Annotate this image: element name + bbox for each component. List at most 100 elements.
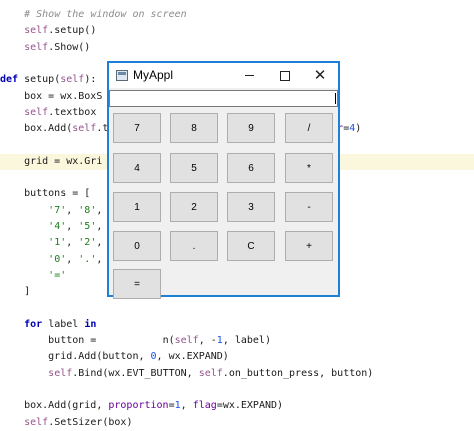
calc-button-minus[interactable]: -: [285, 192, 333, 222]
code-token: ):: [84, 74, 97, 86]
calc-button-7[interactable]: 7: [113, 113, 161, 143]
code-line: self.Bind(wx.EVT_BUTTON, self.on_button_…: [0, 366, 474, 382]
code-token: ,: [66, 253, 79, 265]
calc-button-2[interactable]: 2: [170, 192, 218, 222]
calc-button-clear[interactable]: C: [227, 231, 275, 261]
code-token: def: [0, 74, 25, 86]
code-token: for: [24, 318, 49, 330]
code-token: ,: [96, 237, 103, 249]
code-token: self: [24, 106, 49, 118]
minimize-icon: [244, 75, 254, 76]
code-token: flag: [192, 400, 217, 412]
code-token: ,: [180, 400, 193, 412]
code-token: self: [60, 74, 85, 86]
maximize-button[interactable]: [267, 63, 303, 88]
calc-button-6[interactable]: 6: [227, 153, 275, 183]
code-token: '8': [78, 204, 97, 216]
calc-button-3[interactable]: 3: [227, 192, 275, 222]
app-window: MyAppl ✕ 7 8 9 / 4 5 6 * 1 2 3- 0. C + =: [107, 61, 340, 299]
code-line: grid.Add(button, 0, wx.EXPAND): [0, 349, 474, 365]
code-token: in: [84, 318, 97, 330]
close-icon: ✕: [313, 67, 327, 84]
code-token: '0': [48, 253, 67, 265]
code-token: ,: [96, 204, 103, 216]
code-token: '2': [78, 237, 97, 249]
code-line: box.Add(grid, proportion=1, flag=wx.EXPA…: [0, 398, 474, 414]
code-token: ,: [66, 237, 79, 249]
app-icon: [116, 70, 128, 81]
code-token: .setup(): [48, 25, 97, 37]
code-token: .SetSizer(box): [48, 416, 133, 428]
code-token: self: [24, 25, 49, 37]
code-token: self: [48, 367, 73, 379]
code-token: label: [48, 318, 85, 330]
code-token: self: [198, 367, 223, 379]
display-textbox[interactable]: [109, 90, 338, 107]
code-token: ,: [66, 204, 79, 216]
code-token: '1': [48, 237, 67, 249]
code-token: n(: [162, 335, 175, 346]
code-token: ,: [66, 220, 79, 232]
code-token: .Bind(wx.EVT_BUTTON,: [72, 367, 199, 379]
code-token: ): [355, 123, 362, 135]
code-token: '=': [48, 269, 67, 281]
calc-button-8[interactable]: 8: [170, 113, 218, 143]
calc-button-5[interactable]: 5: [170, 153, 218, 183]
code-line: self.SetSizer(box): [0, 415, 474, 431]
code-token: proportion: [108, 400, 169, 412]
code-token: , -: [198, 335, 217, 346]
code-token: # Show the window on screen: [24, 9, 187, 20]
code-token: buttons = [: [0, 188, 91, 200]
code-token: self: [72, 123, 97, 135]
code-token: =wx.EXPAND): [216, 400, 284, 412]
calc-button-1[interactable]: 1: [113, 192, 161, 222]
code-line: self.setup(): [0, 23, 474, 39]
code-token: box = wx.BoxS: [0, 90, 103, 102]
code-token: ,: [96, 220, 103, 232]
maximize-icon: [280, 70, 290, 81]
calc-button-divide[interactable]: /: [285, 113, 333, 143]
calc-button-equals[interactable]: =: [113, 269, 161, 299]
text-caret: [335, 93, 336, 104]
calc-button-9[interactable]: 9: [227, 113, 275, 143]
code-token: , label): [222, 335, 271, 346]
code-token: ,: [96, 253, 103, 265]
code-line: button = n(self, -1, label): [0, 333, 474, 349]
code-token: '5': [78, 220, 97, 232]
calc-button-plus[interactable]: +: [285, 231, 333, 261]
button-grid: 7 8 9 / 4 5 6 * 1 2 3- 0. C + =: [109, 107, 338, 299]
calc-button-4[interactable]: 4: [113, 153, 161, 183]
code-token: .on_button_press, button): [222, 367, 374, 379]
minimize-button[interactable]: [231, 63, 267, 88]
code-token: '4': [48, 220, 67, 232]
code-token: self: [24, 416, 49, 428]
close-button[interactable]: ✕: [302, 63, 338, 88]
code-token: box.Add(grid,: [0, 400, 109, 412]
code-token: grid = wx.Gri: [0, 155, 103, 167]
title-bar[interactable]: MyAppl ✕: [109, 63, 338, 88]
calc-button-decimal[interactable]: .: [170, 231, 218, 261]
code-token: ]: [0, 286, 31, 298]
code-token: button =: [0, 335, 103, 346]
code-token: .textbox: [48, 106, 97, 118]
code-token: '7': [48, 204, 67, 216]
code-token: setup(: [24, 74, 61, 86]
code-token: self: [24, 41, 49, 53]
code-token: .Show(): [48, 41, 91, 53]
code-line: self.Show(): [0, 40, 474, 56]
code-token: '.': [78, 253, 97, 265]
calc-button-multiply[interactable]: *: [285, 153, 333, 183]
code-token: box.Add(: [0, 123, 73, 135]
calc-button-0[interactable]: 0: [113, 231, 161, 261]
